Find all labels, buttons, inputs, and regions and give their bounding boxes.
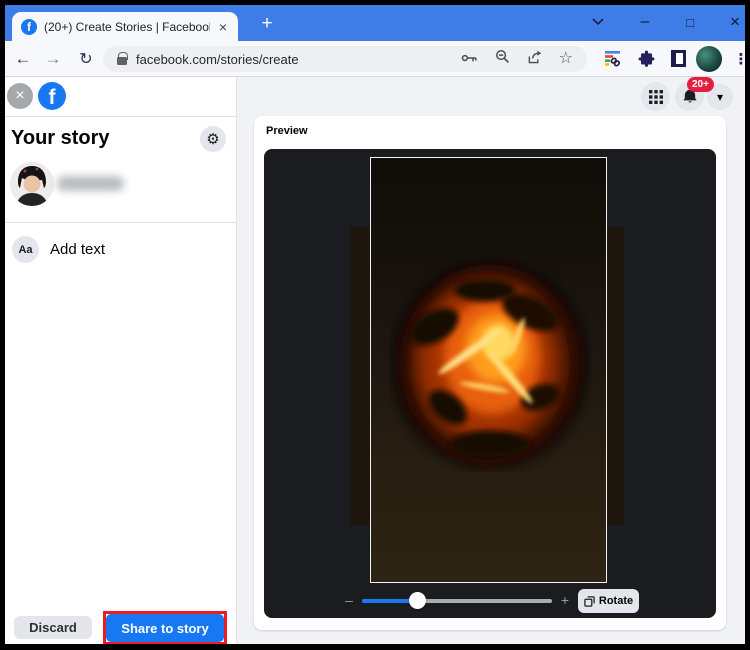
your-story-title: Your story	[11, 127, 110, 150]
zoom-slider-thumb[interactable]	[409, 592, 426, 609]
divider	[5, 222, 236, 223]
window-chevron-icon[interactable]	[578, 5, 618, 39]
tab-bar: f (20+) Create Stories | Facebook × + – …	[5, 5, 745, 41]
url-text[interactable]: facebook.com/stories/create	[136, 52, 452, 67]
add-text-label: Add text	[50, 241, 105, 258]
story-crop-frame[interactable]	[370, 157, 607, 583]
zoom-out-minus-button[interactable]: –	[340, 590, 358, 610]
story-author-row[interactable]	[5, 162, 236, 207]
browser-toolbar: ← → ↻ facebook.com/stories/create ☆	[5, 41, 745, 77]
address-bar[interactable]: facebook.com/stories/create ☆	[103, 46, 587, 72]
add-text-option[interactable]: Aa Add text	[5, 235, 236, 265]
tab-close-icon[interactable]: ×	[217, 20, 229, 34]
extension-list-link-icon[interactable]	[599, 41, 627, 76]
facebook-favicon-icon: f	[21, 19, 37, 35]
bookmark-star-icon[interactable]: ☆	[559, 51, 573, 67]
browser-window: f (20+) Create Stories | Facebook × + – …	[0, 0, 750, 650]
notification-count-badge: 20+	[687, 77, 714, 92]
facebook-create-story-page: × f Your story ⚙	[5, 77, 745, 644]
rotate-label: Rotate	[599, 595, 633, 607]
browser-tab[interactable]: f (20+) Create Stories | Facebook ×	[12, 12, 238, 41]
divider	[5, 116, 236, 117]
story-author-avatar	[10, 162, 54, 206]
story-author-name-blurred	[57, 176, 124, 191]
facebook-logo[interactable]: f	[38, 82, 66, 110]
share-to-story-button[interactable]: Share to story	[106, 614, 224, 642]
browser-profile-avatar[interactable]	[696, 46, 722, 72]
reload-button[interactable]: ↻	[72, 41, 100, 76]
story-sidebar: × f Your story ⚙	[5, 77, 237, 644]
zoom-out-icon[interactable]	[495, 49, 510, 69]
main-area: 20+ ▾ Preview	[237, 77, 745, 644]
apps-grid-icon[interactable]	[641, 82, 670, 111]
discard-button[interactable]: Discard	[14, 616, 92, 639]
share-icon[interactable]	[527, 50, 542, 69]
zoom-in-plus-button[interactable]: +	[556, 590, 574, 610]
forward-button[interactable]: →	[39, 41, 67, 76]
preview-label: Preview	[266, 125, 308, 137]
fire-rock-image	[389, 258, 591, 472]
window-minimize-button[interactable]: –	[625, 5, 665, 39]
tab-title: (20+) Create Stories | Facebook	[44, 20, 210, 34]
window-maximize-button[interactable]: □	[670, 5, 710, 39]
window-close-button[interactable]: ×	[715, 5, 750, 39]
story-settings-gear-icon[interactable]: ⚙	[200, 126, 226, 152]
preview-card: Preview	[254, 116, 726, 630]
red-annotation-box: Share to story	[103, 611, 227, 644]
preview-canvas: – + Rotate	[264, 149, 716, 618]
extensions-puzzle-icon[interactable]	[632, 41, 660, 76]
zoom-slider[interactable]	[362, 599, 552, 603]
back-button[interactable]: ←	[9, 41, 37, 76]
sidebar-extension-icon[interactable]	[664, 41, 692, 76]
key-icon[interactable]	[461, 50, 478, 68]
new-tab-button[interactable]: +	[254, 11, 280, 37]
rotate-button[interactable]: Rotate	[578, 589, 639, 613]
browser-menu-icon[interactable]: ⋮	[728, 41, 750, 76]
lock-icon	[117, 57, 127, 65]
close-story-editor-button[interactable]: ×	[7, 83, 33, 109]
add-text-aa-icon: Aa	[12, 236, 39, 263]
rotate-icon	[584, 596, 595, 607]
